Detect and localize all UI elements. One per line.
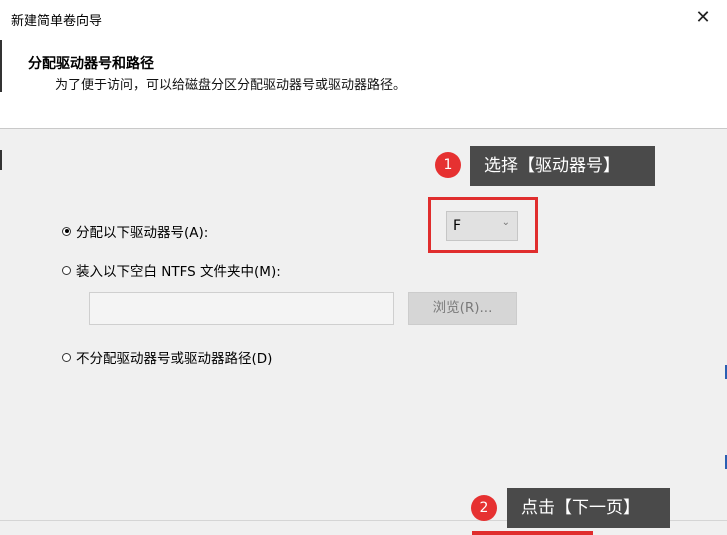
next-button-highlight (472, 531, 593, 535)
title-bar: 新建简单卷向导 ✕ (0, 0, 727, 40)
option-no-assign-label: 不分配驱动器号或驱动器路径(D) (76, 351, 273, 367)
option-mount-folder-label: 装入以下空白 NTFS 文件夹中(M): (76, 264, 281, 280)
option-assign-drive-letter[interactable]: 分配以下驱动器号(A): (62, 221, 208, 241)
radio-no-assign[interactable] (62, 352, 71, 362)
close-icon[interactable]: ✕ (687, 4, 719, 32)
option-assign-letter-label: 分配以下驱动器号(A): (76, 225, 209, 241)
page-title: 分配驱动器号和路径 (28, 56, 154, 72)
radio-mount-folder[interactable] (62, 265, 71, 275)
wizard-header: 分配驱动器号和路径 为了便于访问，可以给磁盘分区分配驱动器号或驱动器路径。 (0, 40, 727, 129)
edge-divider (0, 40, 2, 92)
callout-select-drive-letter: 选择【驱动器号】 (470, 146, 655, 186)
drive-letter-select[interactable]: F ⌄ (446, 211, 518, 241)
drive-letter-value: F (453, 218, 462, 234)
window-title: 新建简单卷向导 (11, 14, 103, 29)
option-no-assign[interactable]: 不分配驱动器号或驱动器路径(D) (62, 347, 272, 367)
page-subtitle: 为了便于访问，可以给磁盘分区分配驱动器号或驱动器路径。 (55, 78, 407, 93)
callout-click-next: 点击【下一页】 (507, 488, 670, 528)
chevron-down-icon: ⌄ (501, 217, 510, 228)
radio-assign-letter[interactable] (62, 226, 71, 236)
option-mount-folder[interactable]: 装入以下空白 NTFS 文件夹中(M): (62, 260, 281, 280)
step-badge-1: 1 (435, 152, 461, 178)
browse-button[interactable]: 浏览(R)... (408, 292, 517, 325)
edge-divider (0, 150, 2, 170)
step-badge-2: 2 (471, 495, 497, 521)
mount-path-input[interactable] (89, 292, 394, 325)
